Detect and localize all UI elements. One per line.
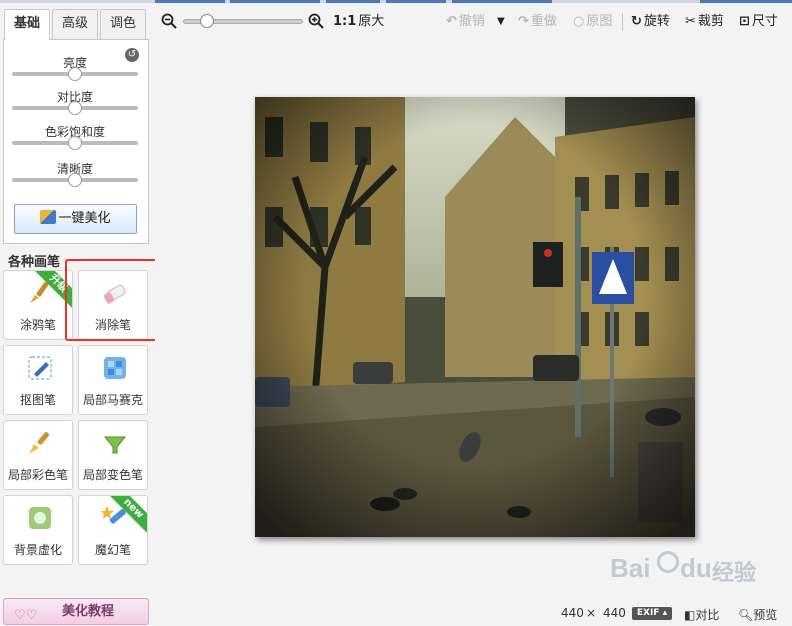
dimension-times: × xyxy=(586,606,597,620)
brush-cutout[interactable]: 抠图笔 xyxy=(3,345,73,415)
original-label: 原图 xyxy=(586,14,613,29)
mosaic-icon xyxy=(104,357,126,379)
zoom-slider-knob[interactable] xyxy=(200,14,214,28)
eraser-highlight-box xyxy=(65,259,159,341)
background-blur-icon xyxy=(29,507,51,529)
actual-size-label: 原大 xyxy=(358,14,385,29)
color-brush-icon xyxy=(29,432,49,454)
rotate-button[interactable]: ↻ 旋转 xyxy=(631,13,670,31)
brush-background-blur[interactable]: 背景虚化 xyxy=(3,495,73,565)
preview-label: 预览 xyxy=(753,608,778,622)
crop-icon: ✂ xyxy=(685,14,696,29)
brightness-slider-row: 亮度 xyxy=(12,54,138,81)
original-button[interactable]: ○ 原图 xyxy=(573,13,612,31)
rotate-icon: ↻ xyxy=(631,14,642,29)
saturation-slider[interactable] xyxy=(12,136,138,150)
compare-icon: ◧ xyxy=(684,608,696,622)
preview-button[interactable]: 🔍︎预览 xyxy=(738,606,777,623)
brush-magic[interactable]: new 魔幻笔 xyxy=(78,495,148,565)
exif-label: EXIF xyxy=(636,608,660,618)
street-scene-photo xyxy=(255,97,695,537)
sharpness-slider-knob[interactable] xyxy=(68,173,82,187)
actual-size-button[interactable]: 1:1 原大 xyxy=(333,13,384,31)
redo-label: 重做 xyxy=(530,14,557,29)
crop-label: 裁剪 xyxy=(697,14,724,29)
brush-doodle-label: 涂鸦笔 xyxy=(19,318,56,332)
brightness-slider-knob[interactable] xyxy=(68,67,82,81)
resize-button[interactable]: ⊡ 尺寸 xyxy=(739,13,778,31)
saturation-slider-knob[interactable] xyxy=(68,136,82,150)
brush-cutout-label: 抠图笔 xyxy=(19,393,56,407)
redo-icon: ↷ xyxy=(518,14,529,29)
saturation-slider-row: 色彩饱和度 xyxy=(12,123,138,150)
image-width: 440 xyxy=(561,606,584,620)
tab-advanced[interactable]: 高级 xyxy=(52,9,98,39)
rotate-label: 旋转 xyxy=(643,14,670,29)
color-change-icon xyxy=(103,436,127,454)
brush-magic-label: 魔幻笔 xyxy=(94,543,131,557)
tutorial-label: 美化教程 xyxy=(62,604,115,619)
resize-label: 尺寸 xyxy=(751,14,778,29)
compare-button[interactable]: ◧对比 xyxy=(684,606,719,623)
paw-icon xyxy=(657,551,679,573)
edited-photo[interactable] xyxy=(255,97,695,537)
original-icon: ○ xyxy=(573,14,585,29)
sharpness-slider[interactable] xyxy=(12,173,138,187)
toolbar-divider xyxy=(622,13,623,31)
cutout-pen-icon xyxy=(28,356,52,380)
hands-icon: ♡♡ xyxy=(14,608,38,623)
basic-adjust-panel: ↺ 亮度 对比度 色彩饱和度 清晰度 一键美化 xyxy=(3,39,149,244)
brush-background-blur-label: 背景虚化 xyxy=(13,543,62,557)
chevron-down-icon: ▼ xyxy=(497,16,505,27)
watermark-site: 经验 xyxy=(712,561,757,586)
brush-doodle[interactable]: 升级 涂鸦笔 xyxy=(3,270,73,340)
preview-icon: 🔍︎ xyxy=(738,608,754,622)
watermark-brand-suffix: du xyxy=(680,553,712,583)
baidu-jingyan-watermark: Bai du 经验 xyxy=(610,548,760,588)
undo-icon: ↶ xyxy=(446,14,457,29)
contrast-slider-knob[interactable] xyxy=(68,101,82,115)
brush-local-color-label: 局部彩色笔 xyxy=(7,468,68,482)
tutorial-button[interactable]: ♡♡ 美化教程 xyxy=(3,598,149,625)
brightness-slider[interactable] xyxy=(12,67,138,81)
resize-icon: ⊡ xyxy=(739,14,750,29)
sharpness-slider-row: 清晰度 xyxy=(12,160,138,187)
brush-mosaic-label: 局部马赛克 xyxy=(82,393,143,407)
zoom-out-icon[interactable] xyxy=(161,13,177,29)
exif-button[interactable]: EXIF ▴ xyxy=(632,607,672,620)
brush-color-change-label: 局部变色笔 xyxy=(82,468,143,482)
brush-color-change[interactable]: 局部变色笔 xyxy=(78,420,148,490)
actual-size-icon: 1:1 xyxy=(333,14,357,29)
auto-enhance-icon xyxy=(40,210,57,224)
contrast-slider[interactable] xyxy=(12,101,138,115)
tab-basic[interactable]: 基础 xyxy=(4,9,50,40)
brushes-title: 各种画笔 xyxy=(8,255,61,270)
brush-mosaic[interactable]: 局部马赛克 xyxy=(78,345,148,415)
auto-enhance-button[interactable]: 一键美化 xyxy=(14,204,137,234)
zoom-in-icon[interactable] xyxy=(308,13,324,29)
toolbar: 1:1 原大 ↶ 撤销 ▼ ↷ 重做 ○ 原图 ↻ 旋转 ✂ 裁剪 ⊡ 尺寸 xyxy=(155,3,792,39)
image-height: 440 xyxy=(603,606,626,620)
watermark-brand: Bai xyxy=(610,553,651,583)
undo-button[interactable]: ↶ 撤销 xyxy=(446,13,485,31)
redo-button[interactable]: ↷ 重做 xyxy=(518,13,557,31)
compare-label: 对比 xyxy=(695,608,720,622)
crop-button[interactable]: ✂ 裁剪 xyxy=(685,13,724,31)
auto-enhance-label: 一键美化 xyxy=(58,211,111,226)
tab-color[interactable]: 调色 xyxy=(100,9,146,39)
undo-history-dropdown[interactable]: ▼ xyxy=(497,13,505,31)
brush-local-color[interactable]: 局部彩色笔 xyxy=(3,420,73,490)
undo-label: 撤销 xyxy=(458,14,485,29)
contrast-slider-row: 对比度 xyxy=(12,88,138,115)
